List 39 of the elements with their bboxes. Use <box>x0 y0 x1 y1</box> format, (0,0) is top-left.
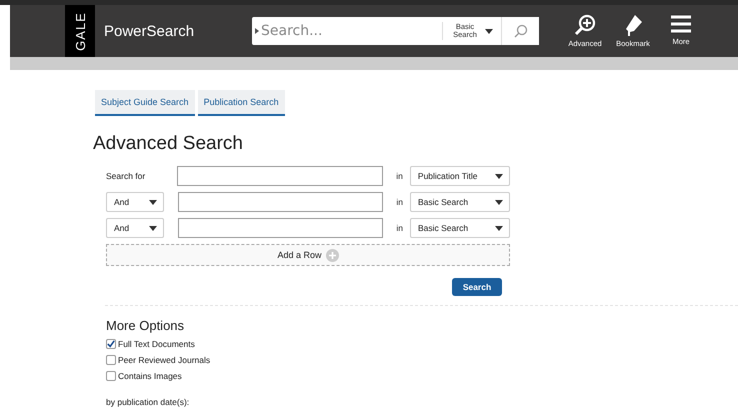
search-submit-button[interactable]: Search <box>452 278 502 296</box>
search-button[interactable] <box>501 17 539 45</box>
date-label: by publication date(s): <box>106 397 190 407</box>
menu-icon <box>670 14 692 34</box>
checkbox[interactable] <box>106 371 116 381</box>
operator-dropdown[interactable]: And <box>106 218 164 238</box>
caret-down-icon <box>148 226 157 230</box>
field-dropdown[interactable]: Basic Search <box>410 218 510 238</box>
section-heading: More Options <box>106 318 186 333</box>
logo[interactable]: GALE <box>65 5 95 57</box>
tab[interactable]: Publication Search <box>198 90 285 116</box>
field-dropdown[interactable]: Publication Title <box>410 166 510 186</box>
caret-down-icon <box>495 226 503 230</box>
operator-dropdown[interactable]: And <box>106 192 164 212</box>
caret-down-icon <box>495 174 503 178</box>
checkbox-label: Peer Reviewed Journals <box>118 355 210 365</box>
field-dropdown[interactable]: Basic Search <box>410 192 510 212</box>
caret-down-icon <box>495 200 503 204</box>
search-term-field[interactable] <box>178 192 384 212</box>
plus-circle-icon <box>326 248 339 262</box>
caret-down-icon <box>485 28 493 34</box>
page-title: Advanced Search <box>93 133 244 155</box>
tab[interactable]: Subject Guide Search <box>95 90 195 116</box>
in-label: in <box>395 197 403 207</box>
checkbox[interactable] <box>106 355 116 365</box>
bookmark-icon <box>623 14 643 36</box>
search-for-label: Search for <box>106 171 146 181</box>
checkbox-label: Full Text Documents <box>118 339 195 349</box>
caret-down-icon <box>148 200 157 204</box>
in-label: in <box>395 223 403 233</box>
in-label: in <box>395 171 403 181</box>
magnifier-plus-icon <box>574 14 596 36</box>
add-row-button[interactable]: Add a Row <box>106 244 510 266</box>
search-term-field[interactable] <box>178 218 384 238</box>
search-icon <box>514 24 528 38</box>
search-term-field[interactable] <box>177 166 384 186</box>
checkbox[interactable] <box>106 339 116 349</box>
checkbox-label: Contains Images <box>118 371 182 381</box>
app-title: PowerSearch <box>104 22 196 40</box>
